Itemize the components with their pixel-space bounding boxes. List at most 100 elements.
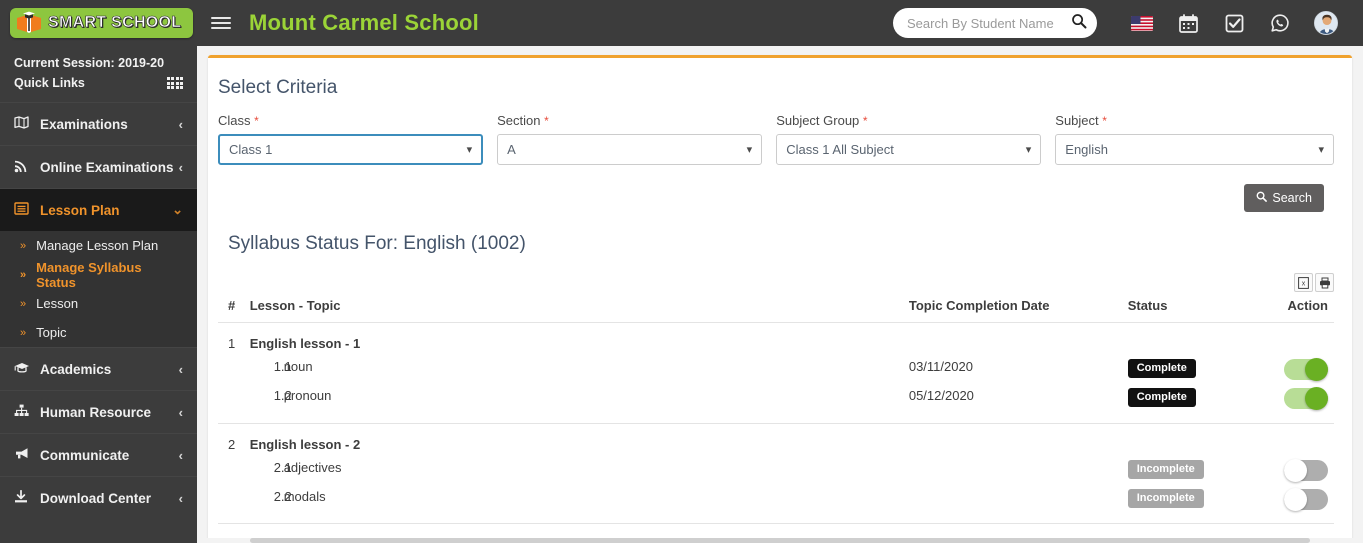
main-content: Select Criteria Class * Class 1 ▾ Sectio… [197, 46, 1363, 543]
brand-logo[interactable]: SMART SCHOOL [0, 0, 197, 46]
topic-name: modals [283, 488, 326, 504]
search-icon [1256, 191, 1268, 205]
required-marker: * [254, 114, 259, 128]
syllabus-table: # Lesson - Topic Topic Completion Date S… [218, 298, 1334, 543]
status-toggle[interactable] [1284, 458, 1328, 482]
sidebar-item-communicate[interactable]: Communicate ‹ [0, 433, 197, 476]
current-session-label: Current Session: 2019-20 [14, 56, 165, 70]
lesson-number: 2 [228, 436, 236, 452]
search-button-row: Search [218, 165, 1334, 212]
syllabus-status-title: Syllabus Status For: English (1002) [228, 233, 526, 254]
graduation-cap-icon [14, 361, 40, 377]
status-badge: Complete [1127, 388, 1196, 408]
quick-links[interactable]: Quick Links [0, 74, 197, 102]
field-subject: Subject * English ▾ [1055, 113, 1335, 165]
chevron-double-right-icon: » [20, 239, 27, 252]
grid-icon[interactable] [166, 77, 183, 89]
language-flag-icon[interactable] [1119, 0, 1165, 46]
export-excel-icon[interactable]: x [1294, 273, 1313, 292]
sidebar-item-online-examinations[interactable]: Online Examinations ‹ [0, 145, 197, 188]
section-select[interactable]: A ▾ [497, 134, 763, 165]
chevron-left-icon: ‹ [178, 116, 183, 132]
chevron-double-right-icon: » [20, 297, 27, 310]
user-avatar-icon[interactable] [1303, 0, 1349, 46]
horizontal-scrollbar[interactable] [197, 538, 1363, 543]
status-badge: Complete [1127, 359, 1196, 379]
sidebar-subitem-lesson[interactable]: » Lesson [0, 289, 197, 318]
criteria-card: Select Criteria Class * Class 1 ▾ Sectio… [208, 55, 1352, 543]
status-toggle[interactable] [1284, 387, 1328, 410]
sidebar-item-lesson-plan[interactable]: Lesson Plan ⌄ [0, 188, 197, 231]
column-header-completion-date: Topic Completion Date [908, 298, 1128, 323]
topic-name: pronoun [283, 388, 332, 403]
status-badge: Incomplete [1127, 488, 1204, 508]
sidebar-item-human-resource[interactable]: Human Resource ‹ [0, 390, 197, 433]
sidebar-subitem-manage-syllabus-status[interactable]: » Manage Syllabus Status [0, 260, 197, 290]
topic-number: 2.1 [273, 459, 292, 475]
toggle-knob [1284, 487, 1307, 511]
table-row: 2.1adjectives Incomplete [218, 452, 1334, 482]
app-root: SMART SCHOOL Mount Carmel School Search … [0, 0, 1363, 543]
search-icon[interactable] [1071, 13, 1087, 34]
search-button[interactable]: Search [1244, 184, 1324, 212]
sidebar-subitem-manage-lesson-plan[interactable]: » Manage Lesson Plan [0, 231, 197, 260]
lesson-status-empty [1128, 323, 1274, 352]
calendar-icon[interactable] [1165, 0, 1211, 46]
sidebar-item-download-center[interactable]: Download Center ‹ [0, 476, 197, 519]
criteria-form: Class * Class 1 ▾ Section * A ▾ Subject … [218, 113, 1335, 165]
toggle-knob [1284, 458, 1307, 482]
field-class: Class * Class 1 ▾ [218, 113, 497, 165]
search-input[interactable] [907, 15, 1067, 31]
sidebar-subitem-topic[interactable]: » Topic [0, 318, 197, 347]
hamburger-icon[interactable] [211, 17, 231, 29]
column-header-number: # [218, 298, 250, 323]
export-buttons: x [218, 255, 1334, 298]
sidebar-item-label: Human Resource [40, 404, 152, 420]
top-navbar: SMART SCHOOL Mount Carmel School [0, 0, 1363, 46]
book-open-icon [14, 116, 40, 132]
label-text: Subject [1055, 113, 1099, 128]
quick-links-label: Quick Links [14, 76, 85, 90]
search-button-label: Search [1272, 191, 1312, 205]
lesson-number: 1 [228, 336, 236, 351]
field-subject-group: Subject Group * Class 1 All Subject ▾ [776, 113, 1055, 165]
lesson-date-empty [909, 423, 1128, 452]
sidebar-item-label: Online Examinations [40, 159, 174, 175]
checkbox-task-icon[interactable] [1211, 0, 1257, 46]
chevron-down-icon: ▾ [1025, 144, 1032, 156]
column-header-lesson-topic: Lesson - Topic [249, 298, 909, 323]
subject-group-select[interactable]: Class 1 All Subject ▾ [776, 134, 1042, 165]
sidebar-item-examinations[interactable]: Examinations ‹ [0, 102, 197, 145]
field-label: Section * [497, 113, 762, 128]
status-toggle[interactable] [1284, 487, 1328, 511]
whatsapp-icon[interactable] [1257, 0, 1303, 46]
lesson-status-empty [1128, 423, 1274, 452]
class-select-value: Class 1 [229, 142, 273, 157]
svg-text:x: x [1302, 280, 1306, 287]
sidebar-item-academics[interactable]: Academics ‹ [0, 347, 197, 390]
status-badge: Incomplete [1127, 459, 1204, 479]
search-box[interactable] [893, 8, 1097, 38]
field-section: Section * A ▾ [497, 113, 776, 165]
sidebar-subitem-label: Lesson [36, 296, 79, 311]
chevron-left-icon: ‹ [178, 490, 183, 506]
subject-select[interactable]: English ▾ [1055, 134, 1335, 165]
chevron-down-icon: ▾ [746, 144, 753, 156]
print-icon[interactable] [1315, 273, 1334, 292]
criteria-title: Select Criteria [218, 77, 338, 98]
topic-number: 1.1 [273, 359, 292, 374]
label-text: Class [218, 113, 251, 128]
sidebar-item-label: Communicate [40, 447, 130, 463]
class-select[interactable]: Class 1 ▾ [218, 134, 484, 165]
status-toggle[interactable] [1284, 358, 1328, 381]
toggle-knob [1305, 387, 1328, 410]
bullhorn-icon [14, 447, 40, 463]
chevron-left-icon: ‹ [178, 404, 183, 420]
lesson-name: English lesson - 1 [249, 336, 361, 351]
field-label: Subject * [1055, 113, 1334, 128]
topic-completion-date: 05/12/2020 [908, 388, 974, 403]
chevron-double-right-icon: » [20, 268, 27, 281]
sidebar-submenu-lesson-plan: » Manage Lesson Plan » Manage Syllabus S… [0, 231, 197, 347]
topic-spacer [218, 351, 250, 380]
column-header-status: Status [1127, 298, 1275, 323]
